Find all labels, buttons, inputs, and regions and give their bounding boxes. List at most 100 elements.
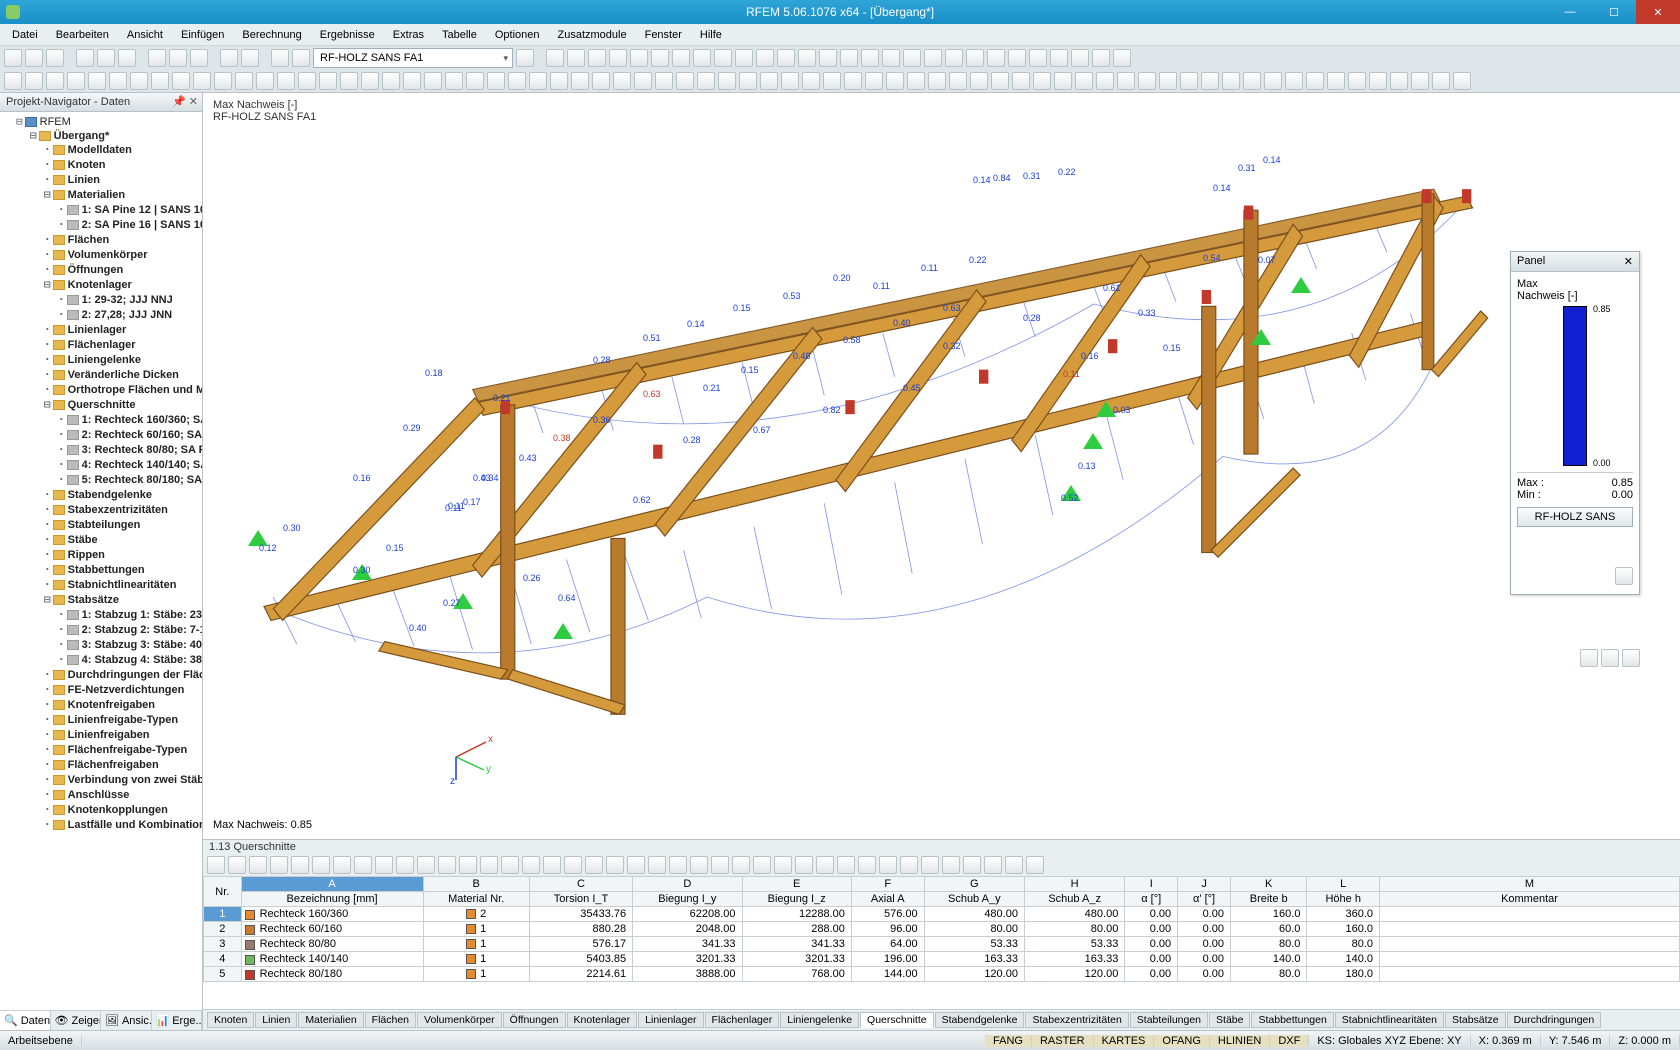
toolbar-icon[interactable]	[945, 49, 963, 67]
table-tool-icon[interactable]	[984, 856, 1002, 874]
table-tab[interactable]: Volumenkörper	[417, 1012, 502, 1028]
toolbar-icon[interactable]	[1050, 49, 1068, 67]
table-tool-icon[interactable]	[1026, 856, 1044, 874]
toolbar-icon[interactable]	[4, 72, 22, 90]
pin-icon[interactable]: 📌 ✕	[172, 95, 198, 108]
tree-item[interactable]: ·Knotenfreigaben	[44, 697, 200, 712]
tree-item[interactable]: ·Modelldaten	[44, 142, 200, 157]
tree-item[interactable]: ⊟Knotenlager	[44, 277, 200, 292]
tree-item[interactable]: ·Orthotrope Flächen und M	[44, 382, 200, 397]
tree-item[interactable]: ·Liniengelenke	[44, 352, 200, 367]
tree-item[interactable]: ·Verbindung von zwei Stäb	[44, 772, 200, 787]
toolbar-icon[interactable]	[193, 72, 211, 90]
table-tool-icon[interactable]	[858, 856, 876, 874]
minimize-button[interactable]: —	[1548, 0, 1592, 24]
toolbar-icon[interactable]	[630, 49, 648, 67]
tree-subitem[interactable]: ·3: Stabzug 3: Stäbe: 40,	[58, 637, 200, 652]
menu-bearbeiten[interactable]: Bearbeiten	[48, 27, 117, 43]
table-row[interactable]: 5 Rechteck 80/180 1 2214.613888.00768.00…	[204, 967, 1680, 982]
toolbar-icon[interactable]	[151, 72, 169, 90]
tree-item[interactable]: ·Stäbe	[44, 532, 200, 547]
toolbar-icon[interactable]	[714, 49, 732, 67]
toolbar-icon[interactable]	[1369, 72, 1387, 90]
table-row[interactable]: 3 Rechteck 80/80 1 576.17341.33341.33 64…	[204, 937, 1680, 952]
tool-cut-icon[interactable]	[190, 49, 208, 67]
toolbar-icon[interactable]	[466, 72, 484, 90]
toolbar-icon[interactable]	[1117, 72, 1135, 90]
tree-subitem[interactable]: ·4: Rechteck 140/140; SA	[58, 457, 200, 472]
toolbar-icon[interactable]	[592, 72, 610, 90]
toolbar-icon[interactable]	[844, 72, 862, 90]
toolbar-icon[interactable]	[819, 49, 837, 67]
snap-toggle[interactable]: HLINIEN	[1210, 1035, 1270, 1047]
snap-toggle[interactable]: RASTER	[1032, 1035, 1094, 1047]
table-tool-icon[interactable]	[438, 856, 456, 874]
snap-toggle[interactable]: DXF	[1270, 1035, 1309, 1047]
nav-tab-ergebnisse[interactable]: 📊Erge...	[152, 1011, 203, 1030]
tool-prev-icon[interactable]	[271, 49, 289, 67]
navigator-tree[interactable]: ⊟RFEM ⊟Übergang* ·Modelldaten·Knoten·Lin…	[0, 112, 202, 1010]
tool-undo-icon[interactable]	[97, 49, 115, 67]
table-tool-icon[interactable]	[627, 856, 645, 874]
tool-print-icon[interactable]	[76, 49, 94, 67]
toolbar-icon[interactable]	[907, 72, 925, 90]
snap-toggle[interactable]: OFANG	[1154, 1035, 1210, 1047]
toolbar-icon[interactable]	[739, 72, 757, 90]
toolbar-icon[interactable]	[1453, 72, 1471, 90]
tree-item[interactable]: ·Veränderliche Dicken	[44, 367, 200, 382]
palette-icon[interactable]	[1580, 649, 1598, 667]
panel-close-icon[interactable]: ✕	[1624, 255, 1633, 268]
tree-subitem[interactable]: ·1: Stabzug 1: Stäbe: 23-	[58, 607, 200, 622]
tree-item[interactable]: ·Linienfreigabe-Typen	[44, 712, 200, 727]
toolbar-icon[interactable]	[865, 72, 883, 90]
toolbar-icon[interactable]	[886, 72, 904, 90]
menu-fenster[interactable]: Fenster	[637, 27, 690, 43]
toolbar-icon[interactable]	[1159, 72, 1177, 90]
snap-toggle[interactable]: KARTES	[1094, 1035, 1155, 1047]
toolbar-icon[interactable]	[1071, 49, 1089, 67]
toolbar-icon[interactable]	[567, 49, 585, 67]
tree-subitem[interactable]: ·2: 27,28; JJJ JNN	[58, 307, 200, 322]
table-tool-icon[interactable]	[501, 856, 519, 874]
table-tool-icon[interactable]	[396, 856, 414, 874]
toolbar-icon[interactable]	[25, 72, 43, 90]
toolbar-icon[interactable]	[487, 72, 505, 90]
toolbar-icon[interactable]	[1306, 72, 1324, 90]
table-tab[interactable]: Materialien	[298, 1012, 363, 1028]
snap-toggle[interactable]: FANG	[985, 1035, 1032, 1047]
toolbar-icon[interactable]	[508, 72, 526, 90]
toolbar-icon[interactable]	[1113, 49, 1131, 67]
toolbar-icon[interactable]	[1222, 72, 1240, 90]
toolbar-icon[interactable]	[718, 72, 736, 90]
tool-new-icon[interactable]	[4, 49, 22, 67]
tree-item[interactable]: ·Stabexzentrizitäten	[44, 502, 200, 517]
table-tool-icon[interactable]	[207, 856, 225, 874]
toolbar-icon[interactable]	[1012, 72, 1030, 90]
table-row[interactable]: 2 Rechteck 60/160 1 880.282048.00288.00 …	[204, 922, 1680, 937]
toolbar-icon[interactable]	[130, 72, 148, 90]
table-tab[interactable]: Stabteilungen	[1130, 1012, 1208, 1028]
table-tab[interactable]: Stäbe	[1209, 1012, 1250, 1028]
tree-item[interactable]: ⊟Materialien	[44, 187, 200, 202]
table-tab[interactable]: Flächenlager	[705, 1012, 780, 1028]
table-tool-icon[interactable]	[732, 856, 750, 874]
table-tool-icon[interactable]	[333, 856, 351, 874]
tree-item[interactable]: ·Knoten	[44, 157, 200, 172]
table-tool-icon[interactable]	[375, 856, 393, 874]
tree-item[interactable]: ·Linienfreigaben	[44, 727, 200, 742]
tree-item[interactable]: ·Flächenfreigabe-Typen	[44, 742, 200, 757]
toolbar-icon[interactable]	[676, 72, 694, 90]
menu-extras[interactable]: Extras	[385, 27, 432, 43]
toolbar-icon[interactable]	[445, 72, 463, 90]
tree-item[interactable]: ⊟Querschnitte	[44, 397, 200, 412]
tree-subitem[interactable]: ·1: Rechteck 160/360; SA	[58, 412, 200, 427]
toolbar-icon[interactable]	[991, 72, 1009, 90]
cross-sections-table[interactable]: Nr. A BCDEFGHIJKLM Bezeichnung [mm] Mate…	[203, 876, 1680, 982]
table-tool-icon[interactable]	[963, 856, 981, 874]
panel-zoom-icon[interactable]	[1615, 567, 1633, 585]
tree-item[interactable]: ·Knotenkopplungen	[44, 802, 200, 817]
toolbar-icon[interactable]	[840, 49, 858, 67]
toolbar-icon[interactable]	[298, 72, 316, 90]
tree-subitem[interactable]: ·2: Rechteck 60/160; SA	[58, 427, 200, 442]
table-tool-icon[interactable]	[648, 856, 666, 874]
